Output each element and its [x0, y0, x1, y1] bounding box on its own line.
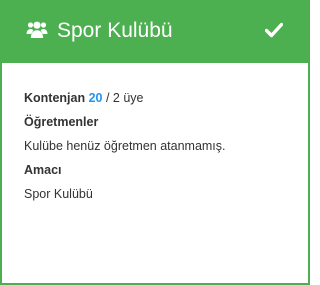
users-icon [26, 21, 48, 38]
purpose-heading: Amacı [24, 163, 62, 177]
card-body: Kontenjan 20 / 2 üye Öğretmenler Kulübe … [24, 89, 226, 209]
club-card[interactable]: Spor Kulübü Kontenjan 20 / 2 üye Öğretme… [0, 0, 310, 285]
card-title: Spor Kulübü [57, 19, 173, 42]
teachers-text: Kulübe henüz öğretmen atanmamış. [24, 139, 226, 153]
quota-count: 20 [88, 91, 103, 105]
quota-rest: / 2 üye [105, 91, 144, 105]
quota-label: Kontenjan [24, 91, 86, 105]
quota-row: Kontenjan 20 / 2 üye [24, 89, 226, 113]
teachers-heading: Öğretmenler [24, 115, 99, 129]
card-header: Spor Kulübü [2, 2, 308, 63]
purpose-text: Spor Kulübü [24, 187, 93, 201]
check-icon[interactable] [265, 22, 283, 38]
